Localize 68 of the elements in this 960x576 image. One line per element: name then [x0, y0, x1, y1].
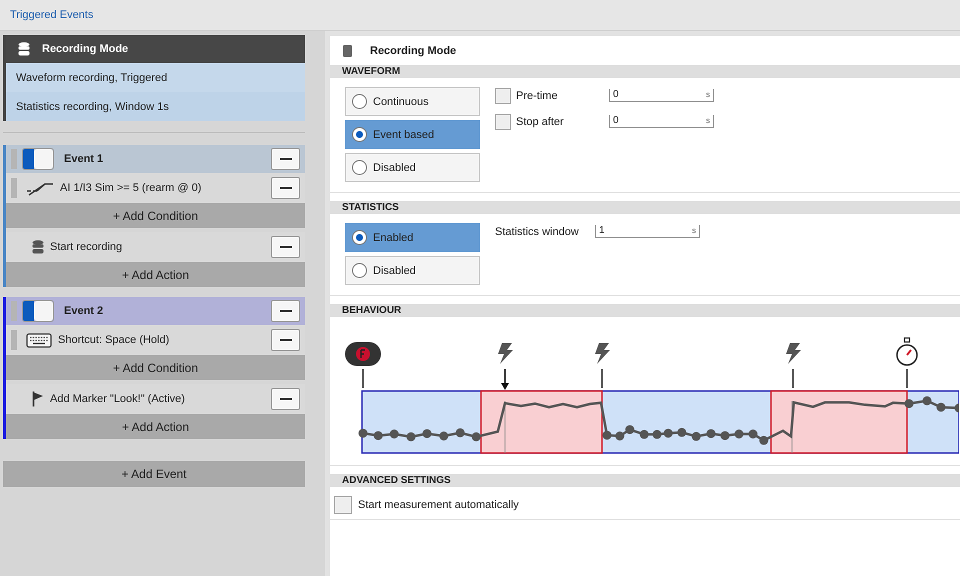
keyboard-icon	[26, 332, 52, 348]
radio-option[interactable]: Event based	[345, 120, 480, 149]
remove-button[interactable]	[271, 236, 300, 258]
start-icon	[345, 342, 381, 366]
minus-icon	[280, 339, 292, 341]
section-header: ADVANCED SETTINGS	[330, 474, 960, 487]
add-action-button[interactable]: + Add Action	[6, 262, 305, 287]
add-event-button[interactable]: + Add Event	[3, 461, 305, 487]
event-title: Event 1	[64, 153, 104, 165]
minus-icon	[280, 310, 292, 312]
input-field[interactable]: 0 s	[609, 89, 714, 102]
field-label: Pre-time	[516, 90, 559, 102]
remove-button[interactable]	[271, 388, 300, 410]
section-header: BEHAVIOUR	[330, 304, 960, 317]
radio-option[interactable]: Disabled	[345, 153, 480, 182]
event-marker	[906, 369, 908, 388]
radio-option[interactable]: Disabled	[345, 256, 480, 285]
action-label: Start recording	[50, 241, 124, 253]
summary-item[interactable]: Waveform recording, Triggered	[6, 63, 305, 92]
radio-option[interactable]: Enabled	[345, 223, 480, 252]
section-header: STATISTICS	[330, 201, 960, 214]
flag-icon	[32, 391, 44, 407]
remove-button[interactable]	[271, 300, 300, 322]
input-field[interactable]: 0 s	[609, 115, 714, 128]
remove-button[interactable]	[271, 329, 300, 351]
event-title: Event 2	[64, 305, 104, 317]
add-action-button[interactable]: + Add Action	[6, 414, 305, 439]
minus-icon	[280, 398, 292, 400]
summary-item[interactable]: Statistics recording, Window 1s	[6, 92, 305, 121]
add-condition-button[interactable]: + Add Condition	[6, 355, 305, 380]
minus-icon	[280, 187, 292, 189]
panel-title: Recording Mode	[370, 44, 456, 56]
minus-icon	[280, 246, 292, 248]
field-label: Statistics window	[495, 226, 580, 238]
lightning-icon	[498, 343, 513, 364]
input-field[interactable]: 1 s	[595, 225, 700, 238]
action-label: Add Marker "Look!" (Active)	[50, 393, 186, 405]
checkbox-label: Start measurement automatically	[358, 499, 519, 511]
remove-button[interactable]	[271, 177, 300, 199]
drag-handle[interactable]	[11, 149, 17, 169]
checkbox[interactable]	[334, 496, 352, 514]
event-marker	[792, 369, 794, 388]
drag-handle[interactable]	[11, 301, 17, 321]
condition-label: Shortcut: Space (Hold)	[58, 334, 170, 346]
event-marker	[601, 369, 603, 388]
toggle-switch[interactable]	[22, 300, 54, 322]
card-title: Recording Mode	[42, 43, 128, 55]
lightning-icon	[786, 343, 801, 364]
lightning-icon	[595, 343, 610, 364]
add-condition-button[interactable]: + Add Condition	[6, 203, 305, 228]
checkbox[interactable]	[495, 114, 511, 130]
database-icon	[32, 240, 44, 254]
page-title: Triggered Events	[10, 9, 94, 21]
remove-button[interactable]	[271, 148, 300, 170]
checkbox[interactable]	[495, 88, 511, 104]
drag-handle[interactable]	[11, 178, 17, 198]
arrow-icon	[501, 369, 509, 390]
event-marker	[362, 369, 364, 388]
toggle-switch[interactable]	[22, 148, 54, 170]
radio-option[interactable]: Continuous	[345, 87, 480, 116]
database-icon	[343, 44, 352, 56]
field-label: Stop after	[516, 116, 565, 128]
minus-icon	[280, 158, 292, 160]
database-icon	[18, 42, 30, 56]
condition-label: AI 1/I3 Sim >= 5 (rearm @ 0)	[60, 182, 202, 194]
stopwatch-icon	[896, 337, 918, 366]
drag-handle[interactable]	[11, 330, 17, 350]
section-header: WAVEFORM	[330, 65, 960, 78]
